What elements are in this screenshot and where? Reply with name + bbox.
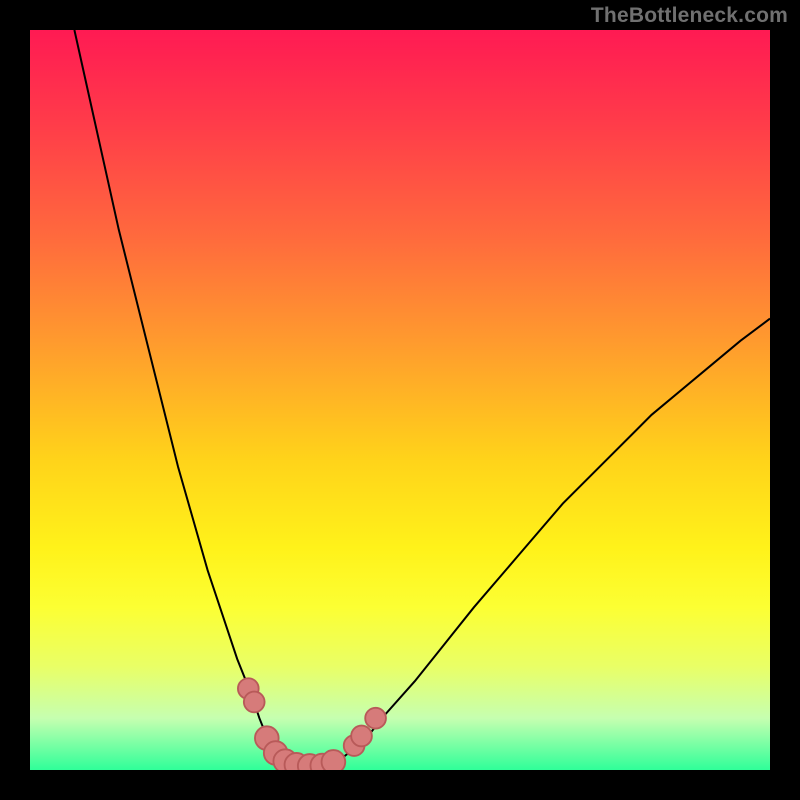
- valley-markers: [30, 30, 770, 770]
- chart-frame: TheBottleneck.com: [0, 0, 800, 800]
- marker-dot: [351, 726, 372, 747]
- marker-dot: [244, 692, 265, 713]
- marker-dot: [365, 708, 386, 729]
- watermark-text: TheBottleneck.com: [591, 4, 788, 28]
- plot-area: [30, 30, 770, 770]
- marker-dot: [322, 750, 346, 770]
